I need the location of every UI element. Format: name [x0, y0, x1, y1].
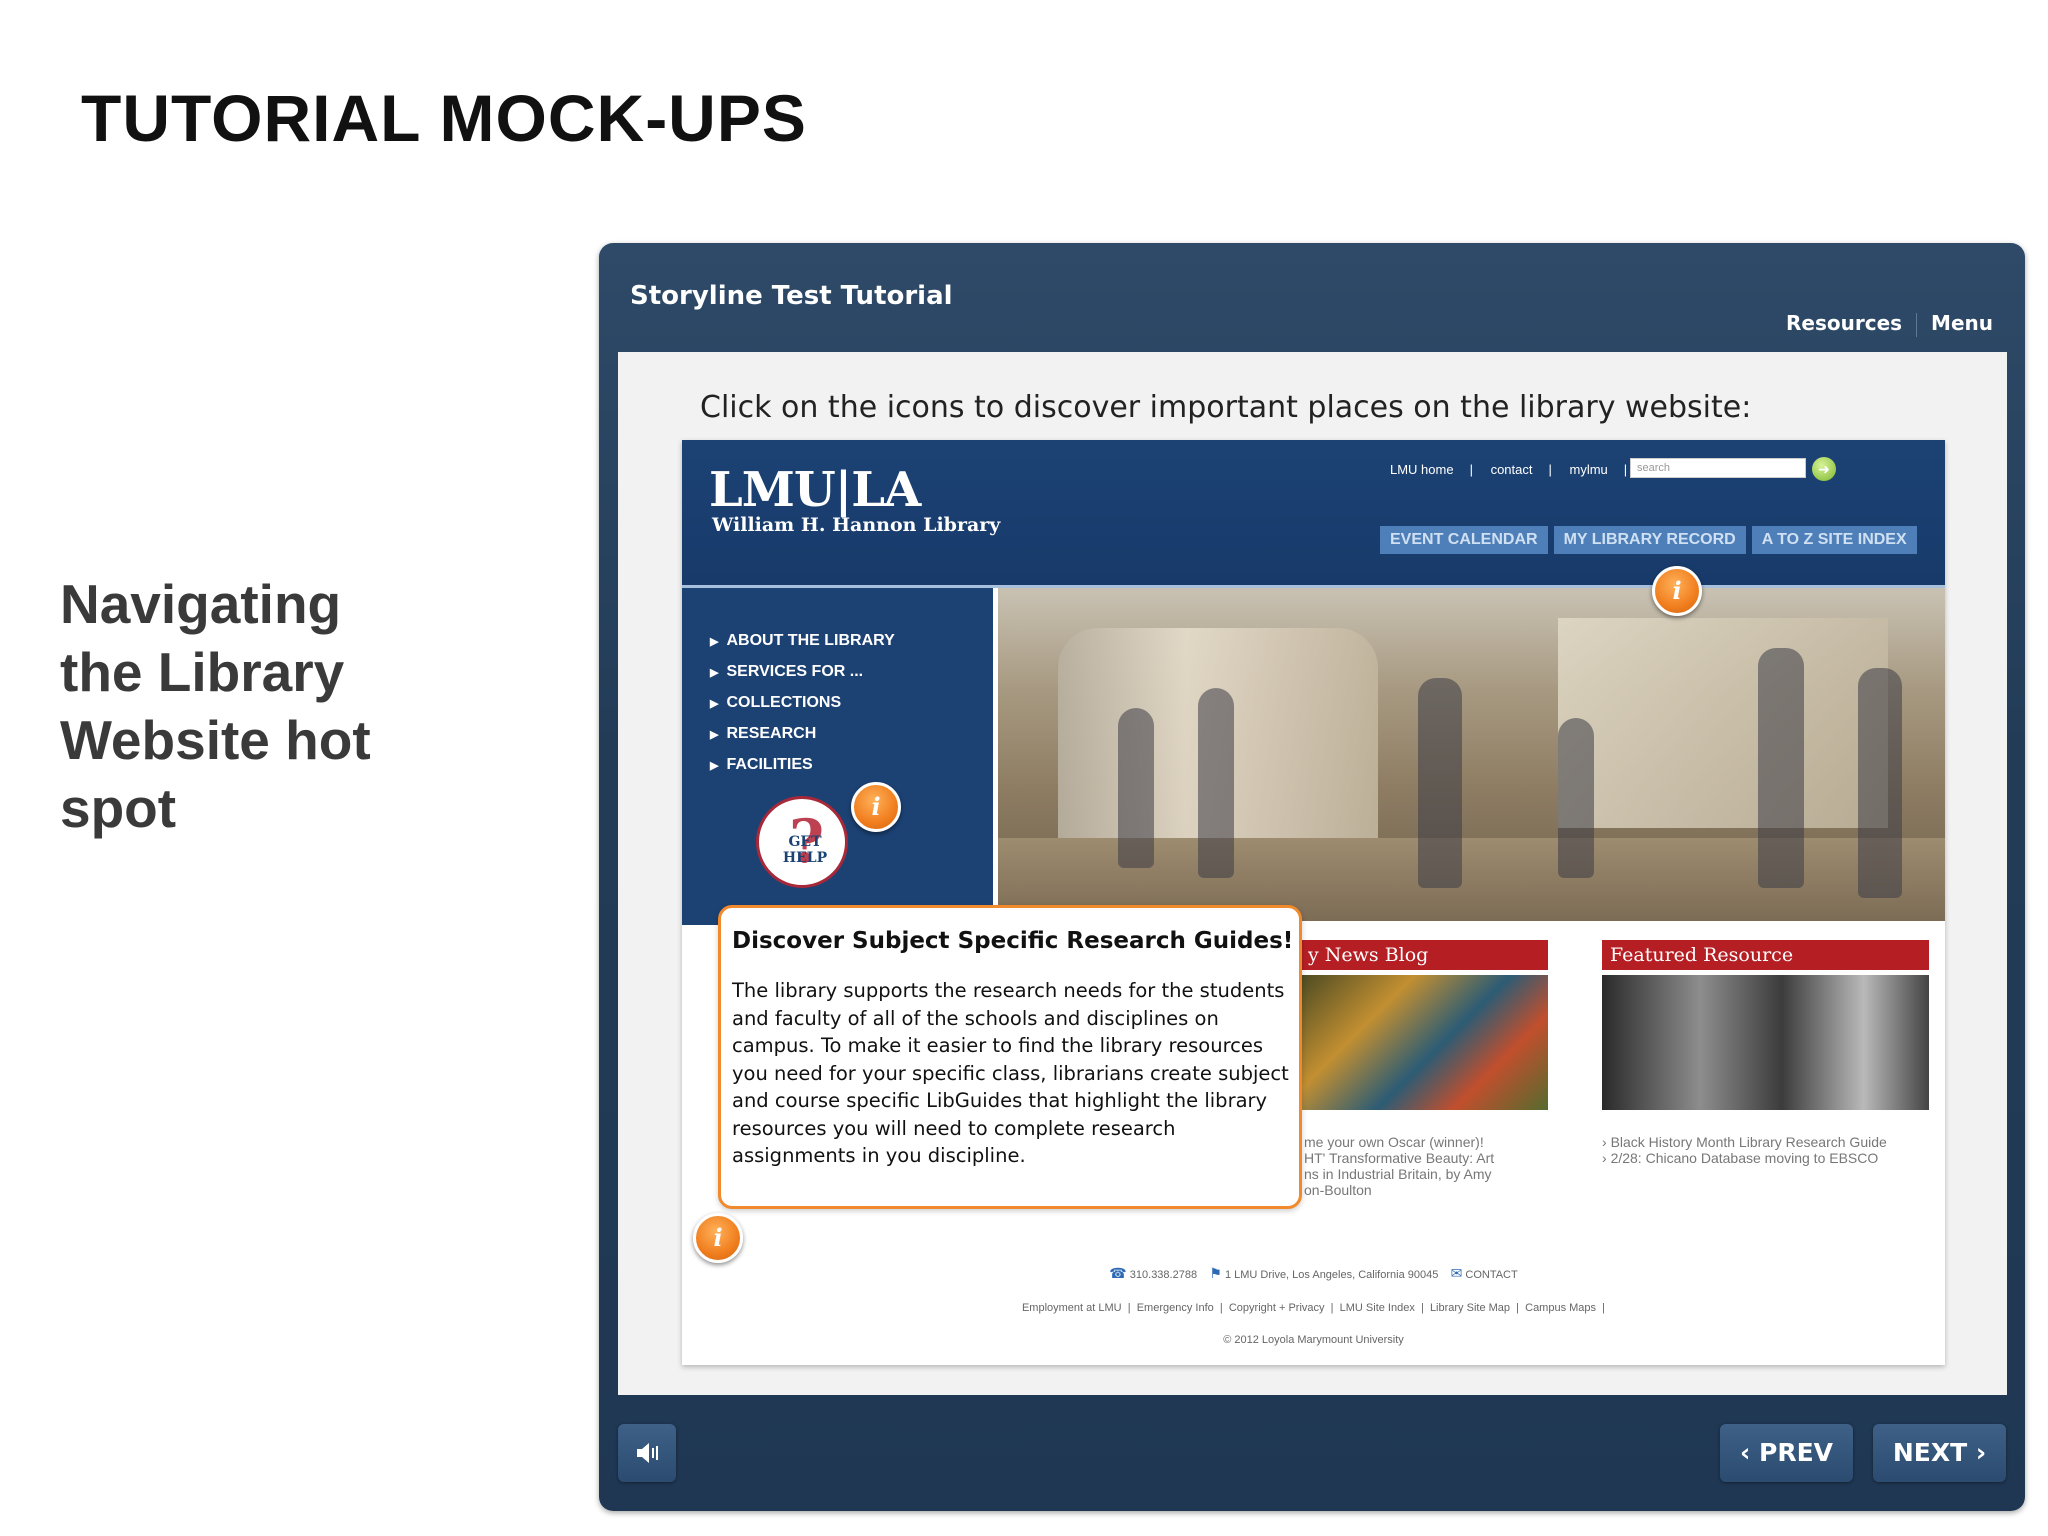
site-nav: ABOUT THE LIBRARY SERVICES FOR ... COLLE… — [710, 626, 895, 781]
slide-stage: Click on the icons to discover important… — [618, 352, 2007, 1395]
news-blog-line[interactable]: on-Boulton — [1304, 1182, 1544, 1198]
resources-link[interactable]: Resources — [1786, 311, 1902, 335]
map-pin-icon: ⚑ — [1209, 1265, 1222, 1281]
news-blog-line[interactable]: me your own Oscar (winner)! — [1304, 1134, 1544, 1150]
callout-body: The library supports the research needs … — [732, 979, 1289, 1167]
link-divider — [1916, 312, 1918, 337]
get-help-badge[interactable]: ? GET HELP — [756, 796, 848, 888]
speaker-icon — [637, 1443, 658, 1463]
footer-copyright: © 2012 Loyola Marymount University — [1223, 1334, 1404, 1346]
news-blog-image — [1300, 975, 1548, 1110]
lmu-logo: LMU|LA — [709, 462, 921, 518]
news-blog-line[interactable]: ns in Industrial Britain, by Amy — [1304, 1166, 1544, 1182]
featured-resource-image — [1602, 975, 1929, 1110]
nav-item-research[interactable]: RESEARCH — [710, 719, 895, 750]
featured-item[interactable]: Black History Month Library Research Gui… — [1602, 1134, 1922, 1150]
volume-button[interactable] — [618, 1424, 676, 1482]
footer-link[interactable]: Emergency Info — [1137, 1302, 1214, 1314]
tab-my-library-record[interactable]: MY LIBRARY RECORD — [1553, 526, 1746, 554]
nav-item-collections[interactable]: COLLECTIONS — [710, 688, 895, 719]
building-shape — [1558, 618, 1888, 828]
callout-title: Discover Subject Specific Research Guide… — [732, 928, 1294, 954]
featured-resource-heading[interactable]: Featured Resource — [1602, 940, 1929, 970]
news-blog-line[interactable]: HT' Transformative Beauty: Art — [1304, 1150, 1544, 1166]
news-blog-text: me your own Oscar (winner)! HT' Transfor… — [1304, 1134, 1544, 1198]
player-title: Storyline Test Tutorial — [630, 281, 953, 311]
student-silhouette — [1118, 708, 1154, 868]
site-footer: ☎ 310.338.2788 ⚑ 1 LMU Drive, Los Angele… — [682, 1255, 1945, 1346]
chevron-right-icon: › — [1975, 1438, 1987, 1467]
slide-caption: Navigating the Library Website hot spot — [60, 573, 371, 839]
site-header: LMU|LA William H. Hannon Library LMU hom… — [682, 440, 1945, 588]
tab-a-to-z-site-index[interactable]: A TO Z SITE INDEX — [1751, 526, 1917, 554]
footer-address: 1 LMU Drive, Los Angeles, California 900… — [1224, 1269, 1439, 1281]
student-silhouette — [1558, 718, 1594, 878]
next-label: NEXT — [1892, 1438, 1968, 1467]
footer-contact[interactable]: CONTACT — [1465, 1269, 1517, 1281]
menu-link[interactable]: Menu — [1931, 311, 1993, 335]
util-link-lmu-home[interactable]: LMU home — [1390, 462, 1454, 477]
featured-resource-list: Black History Month Library Research Gui… — [1602, 1134, 1922, 1166]
nav-item-services[interactable]: SERVICES FOR ... — [710, 657, 895, 688]
prev-button[interactable]: ‹ PREV — [1720, 1424, 1853, 1482]
search-go-icon[interactable]: ➜ — [1812, 457, 1836, 481]
player-top-links: Resources Menu — [1786, 311, 1993, 337]
student-silhouette — [1758, 648, 1804, 888]
footer-link[interactable]: Copyright + Privacy — [1229, 1302, 1325, 1314]
info-hotspot-icon[interactable]: i — [693, 1213, 743, 1263]
info-hotspot-icon[interactable]: i — [851, 782, 901, 832]
footer-links: Employment at LMU | Emergency Info | Cop… — [1021, 1302, 1606, 1314]
campus-photo — [998, 588, 1945, 921]
footer-link[interactable]: Employment at LMU — [1022, 1302, 1122, 1314]
site-search-input[interactable]: search — [1630, 458, 1806, 478]
student-silhouette — [1198, 688, 1234, 878]
get-help-label: GET HELP — [782, 834, 828, 866]
site-tabs: EVENT CALENDAR MY LIBRARY RECORD A TO Z SI… — [1380, 526, 1923, 554]
next-button[interactable]: NEXT › — [1873, 1424, 2006, 1482]
footer-contact-row: ☎ 310.338.2788 ⚑ 1 LMU Drive, Los Angele… — [682, 1265, 1945, 1282]
instruction-text: Click on the icons to discover important… — [700, 390, 1752, 425]
chevron-left-icon: ‹ — [1739, 1438, 1751, 1467]
footer-link[interactable]: LMU Site Index — [1340, 1302, 1415, 1314]
util-link-contact[interactable]: contact — [1491, 462, 1533, 477]
nav-item-about[interactable]: ABOUT THE LIBRARY — [710, 626, 894, 657]
library-website-mockup: LMU|LA William H. Hannon Library LMU hom… — [682, 440, 1945, 1365]
hotspot-callout: Discover Subject Specific Research Guide… — [718, 905, 1302, 1209]
info-hotspot-icon[interactable]: i — [1652, 566, 1702, 616]
slide-title: TUTORIAL MOCK-UPS — [81, 81, 807, 155]
student-silhouette — [1858, 668, 1902, 898]
student-silhouette — [1418, 678, 1462, 888]
footer-phone: 310.338.2788 — [1129, 1269, 1198, 1281]
library-name: William H. Hannon Library — [712, 514, 1001, 536]
phone-icon: ☎ — [1109, 1265, 1127, 1281]
site-sidebar: ABOUT THE LIBRARY SERVICES FOR ... COLLE… — [682, 588, 993, 925]
news-blog-heading[interactable]: y News Blog — [1300, 940, 1548, 970]
prev-label: PREV — [1759, 1438, 1834, 1467]
featured-item[interactable]: 2/28: Chicano Database moving to EBSCO — [1602, 1150, 1922, 1166]
nav-item-facilities[interactable]: FACILITIES — [710, 750, 895, 781]
footer-link[interactable]: Campus Maps — [1525, 1302, 1596, 1314]
utility-links: LMU home | contact | mylmu | — [1390, 462, 1628, 477]
tab-event-calendar[interactable]: EVENT CALENDAR — [1380, 526, 1548, 554]
mail-icon: ✉ — [1450, 1265, 1463, 1281]
util-link-mylmu[interactable]: mylmu — [1570, 462, 1608, 477]
storyline-player: Storyline Test Tutorial Resources Menu Cl… — [599, 243, 2025, 1511]
footer-link[interactable]: Library Site Map — [1430, 1302, 1510, 1314]
